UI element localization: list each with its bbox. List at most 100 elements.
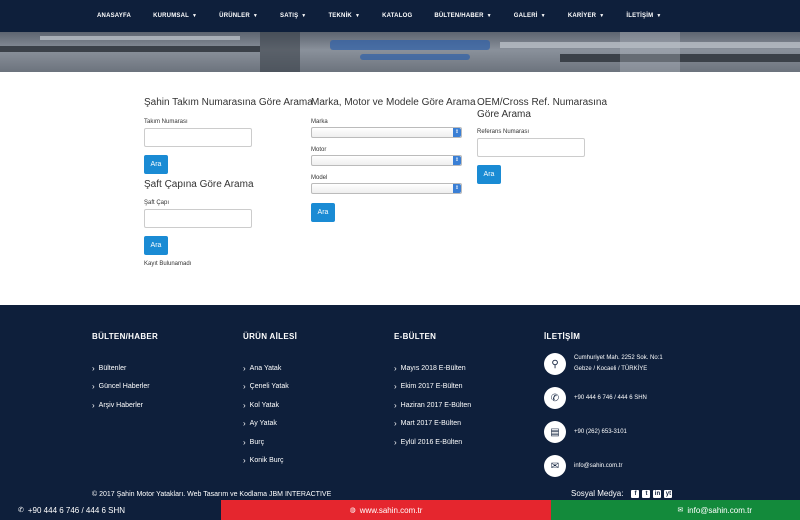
youtube-icon[interactable]: yt xyxy=(664,489,673,498)
phone-icon: ✆ xyxy=(544,387,566,409)
takim-search-section: Şahin Takım Numarasına Göre Arama Takım … xyxy=(144,97,313,267)
footer-link-arsiv-haberler[interactable]: › Arşiv Haberler xyxy=(92,396,158,415)
marka-search-button[interactable]: Ara xyxy=(311,203,335,222)
footer-link-haziran-2017[interactable]: › Haziran 2017 E-Bülten xyxy=(394,396,471,415)
chevron-right-icon: › xyxy=(92,382,95,392)
reference-number-label: Referans Numarası xyxy=(477,129,530,135)
footer-link-mart-2017[interactable]: › Mart 2017 E-Bülten xyxy=(394,415,471,434)
contact-phone[interactable]: ✆ +90 444 6 746 / 444 6 SHN xyxy=(544,381,663,415)
contact-fax: ▤ +90 (262) 653-3101 xyxy=(544,415,663,449)
envelope-icon: ✉ xyxy=(677,507,684,514)
footer-link-bultenler[interactable]: › Bültenler xyxy=(92,359,158,378)
model-label: Model xyxy=(311,175,328,181)
chevron-down-icon: ▼ xyxy=(540,13,546,19)
footer-link-guncel-haberler[interactable]: › Güncel Haberler xyxy=(92,378,158,397)
select-arrows-icon: ⇕ xyxy=(453,156,461,165)
bottom-email-bar[interactable]: ✉ info@sahin.com.tr xyxy=(551,500,800,520)
social-media: Sosyal Medya: f t in yt xyxy=(571,489,673,498)
chevron-down-icon: ▼ xyxy=(486,13,492,19)
footer-bulten-column: BÜLTEN/HABER › Bültenler › Güncel Haberler… xyxy=(92,332,158,415)
nav-item-teknik[interactable]: TEKNİK ▼ xyxy=(328,13,360,19)
oem-search-section: OEM/Cross Ref. Numarasına Göre Arama Ref… xyxy=(477,97,622,184)
chevron-right-icon: › xyxy=(394,437,397,447)
contact-address: ⚲ Cumhuriyet Mah. 2252 Sok. No:1 Gebze / … xyxy=(544,347,663,381)
takim-number-input[interactable] xyxy=(144,128,252,147)
bottom-phone-bar[interactable]: ✆ +90 444 6 746 / 444 6 SHN xyxy=(0,500,221,520)
copyright-text: © 2017 Şahin Motor Yatakları. Web Tasarı… xyxy=(92,491,332,498)
oem-search-title: OEM/Cross Ref. Numarasına Göre Arama xyxy=(477,97,608,120)
saft-diameter-label: Şaft Çapı xyxy=(144,200,170,206)
chevron-right-icon: › xyxy=(394,363,397,373)
chevron-right-icon: › xyxy=(92,400,95,410)
chevron-right-icon: › xyxy=(92,363,95,373)
takim-search-title: Şahin Takım Numarasına Göre Arama xyxy=(144,97,313,108)
envelope-icon: ✉ xyxy=(544,455,566,477)
contact-email[interactable]: ✉ info@sahin.com.tr xyxy=(544,449,663,483)
chevron-down-icon: ▼ xyxy=(354,13,361,19)
footer-link-kol-yatak[interactable]: › Kol Yatak xyxy=(243,396,297,415)
chevron-right-icon: › xyxy=(243,382,246,392)
footer-bulten-title: BÜLTEN/HABER xyxy=(92,332,159,341)
chevron-right-icon: › xyxy=(394,382,397,392)
model-select[interactable]: ⇕ xyxy=(311,183,462,194)
nav-item-kariyer[interactable]: KARİYER ▼ xyxy=(568,13,605,19)
bottom-web-bar[interactable]: ◍ www.sahin.com.tr xyxy=(221,500,551,520)
nav-menu: ANASAYFA KURUMSAL ▼ ÜRÜNLER ▼ SATIŞ ▼ TEKNİ… xyxy=(97,0,683,32)
footer-link-eylul-2016[interactable]: › Eylül 2016 E-Bülten xyxy=(394,433,471,452)
phone-icon: ✆ xyxy=(18,507,24,514)
footer-link-ana-yatak[interactable]: › Ana Yatak xyxy=(243,359,297,378)
reference-number-input[interactable] xyxy=(477,138,585,157)
hero-banner xyxy=(0,32,800,72)
footer-iletisim-title: İLETİŞİM xyxy=(544,332,581,341)
marka-search-title: Marka, Motor ve Modele Göre Arama xyxy=(311,97,476,108)
footer: BÜLTEN/HABER › Bültenler › Güncel Haberler… xyxy=(0,305,800,500)
nav-item-anasayfa[interactable]: ANASAYFA xyxy=(97,13,131,19)
takim-search-button[interactable]: Ara xyxy=(144,155,168,174)
chevron-right-icon: › xyxy=(394,419,397,429)
nav-item-kurumsal[interactable]: KURUMSAL ▼ xyxy=(153,13,197,19)
chevron-down-icon: ▼ xyxy=(252,13,259,19)
fax-icon: ▤ xyxy=(544,421,566,443)
no-record-message: Kayıt Bulunamadı xyxy=(144,261,192,267)
motor-label: Motor xyxy=(311,147,327,153)
footer-link-burc[interactable]: › Burç xyxy=(243,433,297,452)
marka-label: Marka xyxy=(311,119,328,125)
footer-link-konik-burc[interactable]: › Konik Burç xyxy=(243,452,297,471)
chevron-down-icon: ▼ xyxy=(656,13,662,19)
nav-item-galeri[interactable]: GALERİ ▼ xyxy=(514,13,546,19)
oem-search-button[interactable]: Ara xyxy=(477,165,501,184)
chevron-right-icon: › xyxy=(243,400,246,410)
linkedin-icon[interactable]: in xyxy=(653,489,662,498)
nav-item-katalog[interactable]: KATALOG xyxy=(382,13,412,19)
saft-search-button[interactable]: Ara xyxy=(144,236,168,255)
marka-search-section: Marka, Motor ve Modele Göre Arama Marka … xyxy=(311,97,476,222)
chevron-down-icon: ▼ xyxy=(599,13,605,19)
footer-ebulten-column: E-BÜLTEN › Mayıs 2018 E-Bülten › Ekim 2017… xyxy=(394,332,471,452)
footer-link-ay-yatak[interactable]: › Ay Yatak xyxy=(243,415,297,434)
select-arrows-icon: ⇕ xyxy=(453,128,461,137)
select-arrows-icon: ⇕ xyxy=(453,184,461,193)
social-label: Sosyal Medya: xyxy=(571,489,624,498)
footer-link-mayis-2018[interactable]: › Mayıs 2018 E-Bülten xyxy=(394,359,471,378)
saft-diameter-input[interactable] xyxy=(144,209,252,228)
map-pin-icon: ⚲ xyxy=(544,353,566,375)
motor-select[interactable]: ⇕ xyxy=(311,155,462,166)
footer-iletisim-column: İLETİŞİM ⚲ Cumhuriyet Mah. 2252 Sok. No:… xyxy=(544,332,663,483)
chevron-down-icon: ▼ xyxy=(301,13,307,19)
chevron-right-icon: › xyxy=(243,437,246,447)
nav-item-bulten-haber[interactable]: BÜLTEN/HABER ▼ xyxy=(434,13,491,19)
footer-link-ceneli-yatak[interactable]: › Çeneli Yatak xyxy=(243,378,297,397)
footer-urun-column: ÜRÜN AİLESİ › Ana Yatak › Çeneli Yatak › Ko… xyxy=(243,332,297,470)
footer-link-ekim-2017[interactable]: › Ekim 2017 E-Bülten xyxy=(394,378,471,397)
nav-item-urunler[interactable]: ÜRÜNLER ▼ xyxy=(219,13,258,19)
chevron-right-icon: › xyxy=(243,419,246,429)
facebook-icon[interactable]: f xyxy=(631,489,640,498)
twitter-icon[interactable]: t xyxy=(642,489,651,498)
marka-select[interactable]: ⇕ xyxy=(311,127,462,138)
chevron-right-icon: › xyxy=(394,400,397,410)
nav-item-iletisim[interactable]: İLETİŞİM ▼ xyxy=(626,13,661,19)
nav-item-satis[interactable]: SATIŞ ▼ xyxy=(280,13,306,19)
chevron-down-icon: ▼ xyxy=(192,13,198,19)
chevron-right-icon: › xyxy=(243,456,246,466)
takim-number-label: Takım Numarası xyxy=(144,119,188,125)
